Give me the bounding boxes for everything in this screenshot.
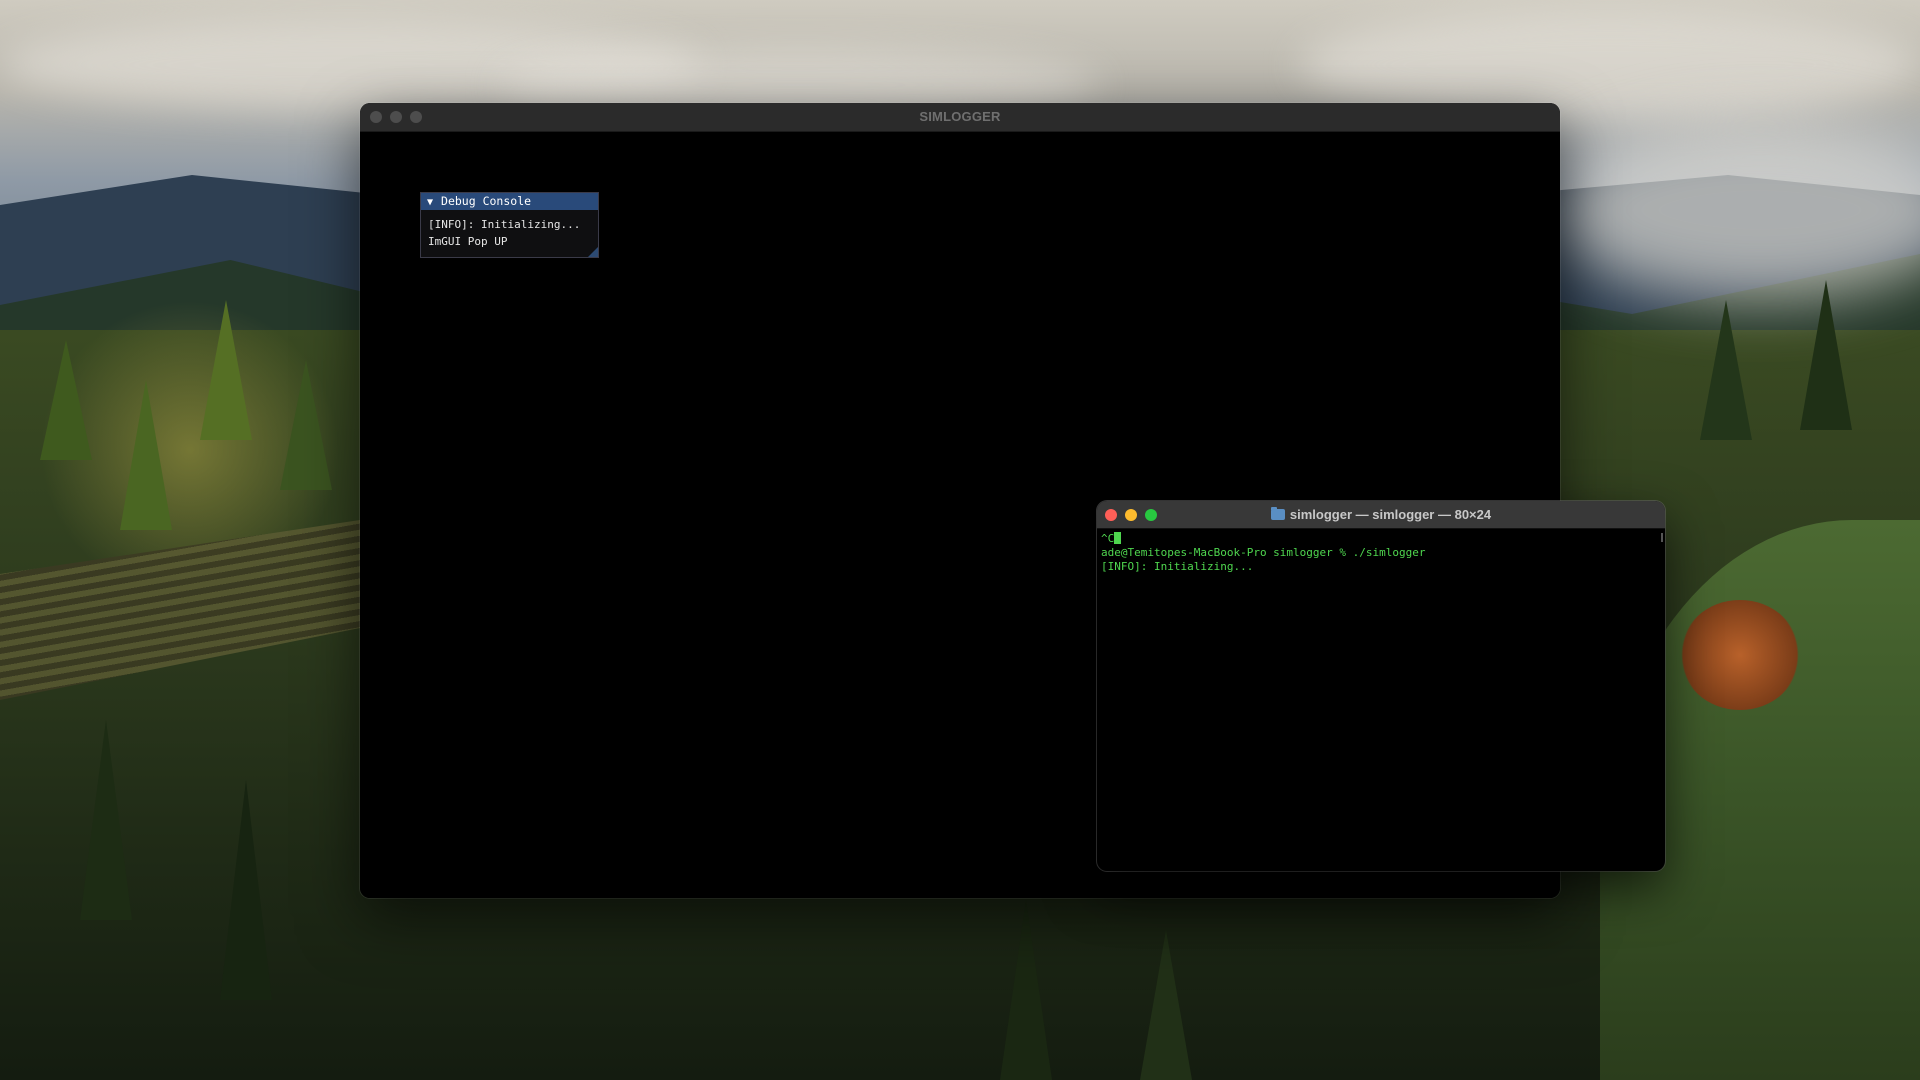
simlogger-titlebar[interactable]: SIMLOGGER — [360, 103, 1560, 132]
terminal-titlebar[interactable]: simlogger — simlogger — 80×24 — [1097, 501, 1665, 529]
terminal-line-text: ^C — [1101, 532, 1115, 545]
scrollbar[interactable] — [1661, 533, 1663, 542]
debug-console-title: Debug Console — [441, 194, 532, 208]
debug-console-titlebar[interactable]: ▼ Debug Console — [421, 193, 598, 210]
terminal-line: [INFO]: Initializing... — [1101, 560, 1254, 573]
resize-grip-icon[interactable] — [588, 247, 598, 257]
window-title: SIMLOGGER — [919, 109, 1001, 124]
log-line: [INFO]: Initializing... — [428, 218, 581, 231]
terminal-line: ^C — [1101, 532, 1661, 546]
terminal-line: ade@Temitopes-MacBook-Pro simlogger % ./… — [1101, 546, 1426, 559]
terminal-title: simlogger — simlogger — 80×24 — [1097, 501, 1665, 528]
debug-console-panel[interactable]: ▼ Debug Console [INFO]: Initializing... I… — [420, 192, 599, 258]
folder-icon — [1270, 507, 1285, 520]
terminal-title-text: simlogger — simlogger — 80×24 — [1289, 507, 1492, 522]
debug-console-log: [INFO]: Initializing... ImGUI Pop UP — [421, 210, 598, 250]
terminal-window: simlogger — simlogger — 80×24 ^C ade@Temi… — [1097, 501, 1665, 871]
collapse-arrow-icon[interactable]: ▼ — [427, 197, 433, 208]
log-line: ImGUI Pop UP — [428, 235, 508, 248]
text-cursor — [1114, 532, 1122, 544]
terminal-output[interactable]: ^C ade@Temitopes-MacBook-Pro simlogger % … — [1097, 529, 1665, 871]
